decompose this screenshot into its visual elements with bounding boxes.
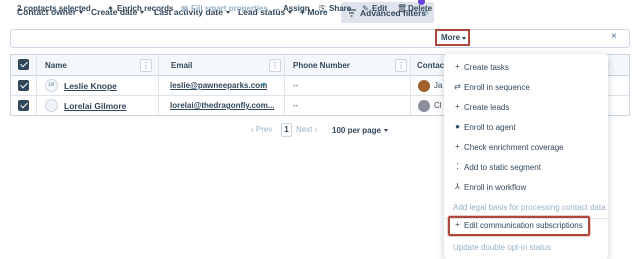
menu-item-create-tasks[interactable]: + Create tasks — [444, 58, 608, 78]
menu-item-update-double-opt-in: Update double opt-in status — [453, 243, 551, 252]
more-actions-menu: + Create tasks ⇄ Enroll in sequence + Cr… — [444, 54, 608, 259]
phone-value: -- — [293, 81, 299, 90]
avatar: LK — [45, 79, 58, 92]
chevron-down-icon — [383, 129, 388, 132]
menu-item-enroll-in-workflow[interactable]: ⅄ Enroll in workflow — [444, 178, 608, 198]
delete-button[interactable]: 🗑Delete — [397, 4, 432, 15]
email-link[interactable]: lorelai@thedragonfly.com... — [170, 101, 275, 110]
phone-value: -- — [293, 101, 299, 110]
column-options-button[interactable]: ⋮ — [269, 59, 281, 72]
close-icon[interactable]: × — [611, 31, 617, 42]
trash-icon: 🗑 — [397, 4, 408, 13]
email-link[interactable]: leslie@pawneeparks.com — [170, 81, 267, 90]
selected-count: 2 contacts selected — [17, 4, 91, 13]
current-page[interactable]: 1 — [281, 123, 292, 137]
column-header-name[interactable]: Name — [45, 61, 67, 70]
plus-icon: + — [455, 220, 460, 229]
enrich-records-button[interactable]: ✦ Enrich records — [106, 4, 173, 15]
smart-fill-icon: ▦ — [180, 4, 189, 13]
contact-name-link[interactable]: Leslie Knope — [64, 81, 117, 91]
sparkle-icon: ✦ — [107, 4, 114, 13]
column-header-phone[interactable]: Phone Number — [293, 61, 350, 70]
bulk-action-bar — [10, 29, 630, 48]
prev-page-button[interactable]: ‹ Prev — [251, 125, 272, 134]
owner-avatar — [418, 100, 430, 112]
arrow-right-icon: → — [272, 4, 281, 13]
edit-button[interactable]: ✎ Edit — [361, 4, 387, 15]
share-button[interactable]: ⎘ Share — [318, 4, 351, 15]
external-link-icon[interactable]: ↗ — [260, 81, 266, 89]
plus-icon: + — [455, 102, 460, 111]
chevron-down-icon — [462, 37, 466, 40]
column-header-email[interactable]: Email — [171, 61, 192, 70]
plus-icon: + — [455, 142, 460, 151]
menu-item-add-to-static-segment[interactable]: ⁚ Add to static segment — [444, 158, 608, 178]
owner-name: Cl — [434, 101, 442, 110]
menu-item-enroll-in-sequence[interactable]: ⇄ Enroll in sequence — [444, 78, 608, 98]
column-options-button[interactable]: ⋮ — [140, 59, 152, 72]
workflow-icon: ⅄ — [455, 182, 460, 191]
next-page-button[interactable]: Next › — [296, 125, 317, 134]
sequence-icon: ⇄ — [454, 82, 461, 91]
fill-smart-properties-button[interactable]: ▦ Fill smart properties — [180, 4, 268, 15]
more-actions-button[interactable]: More — [435, 29, 470, 46]
plus-icon: + — [455, 62, 460, 71]
menu-item-create-leads[interactable]: + Create leads — [444, 98, 608, 118]
share-icon: ⎘ — [319, 4, 326, 13]
menu-item-edit-communication-subscriptions[interactable]: + Edit communication subscriptions — [448, 216, 590, 236]
assign-button[interactable]: → Assign — [272, 4, 310, 15]
owner-avatar — [418, 80, 430, 92]
pencil-icon: ✎ — [362, 4, 369, 13]
avatar — [45, 99, 58, 112]
column-options-button[interactable]: ⋮ — [395, 59, 407, 72]
owner-name: Ja — [434, 81, 443, 90]
select-all-checkbox[interactable] — [18, 59, 29, 70]
segment-icon: ⁚ — [456, 162, 459, 171]
agent-icon: ● — [455, 122, 460, 131]
menu-item-add-legal-basis: Add legal basis for processing contact d… — [453, 203, 606, 212]
menu-item-enroll-to-agent[interactable]: ● Enroll to agent — [444, 118, 608, 138]
per-page-select[interactable]: 100 per page — [332, 126, 388, 135]
row-checkbox[interactable] — [18, 80, 29, 91]
menu-item-check-enrichment-coverage[interactable]: + Check enrichment coverage — [444, 138, 608, 158]
contact-name-link[interactable]: Lorelai Gilmore — [64, 101, 126, 111]
row-checkbox[interactable] — [18, 100, 29, 111]
